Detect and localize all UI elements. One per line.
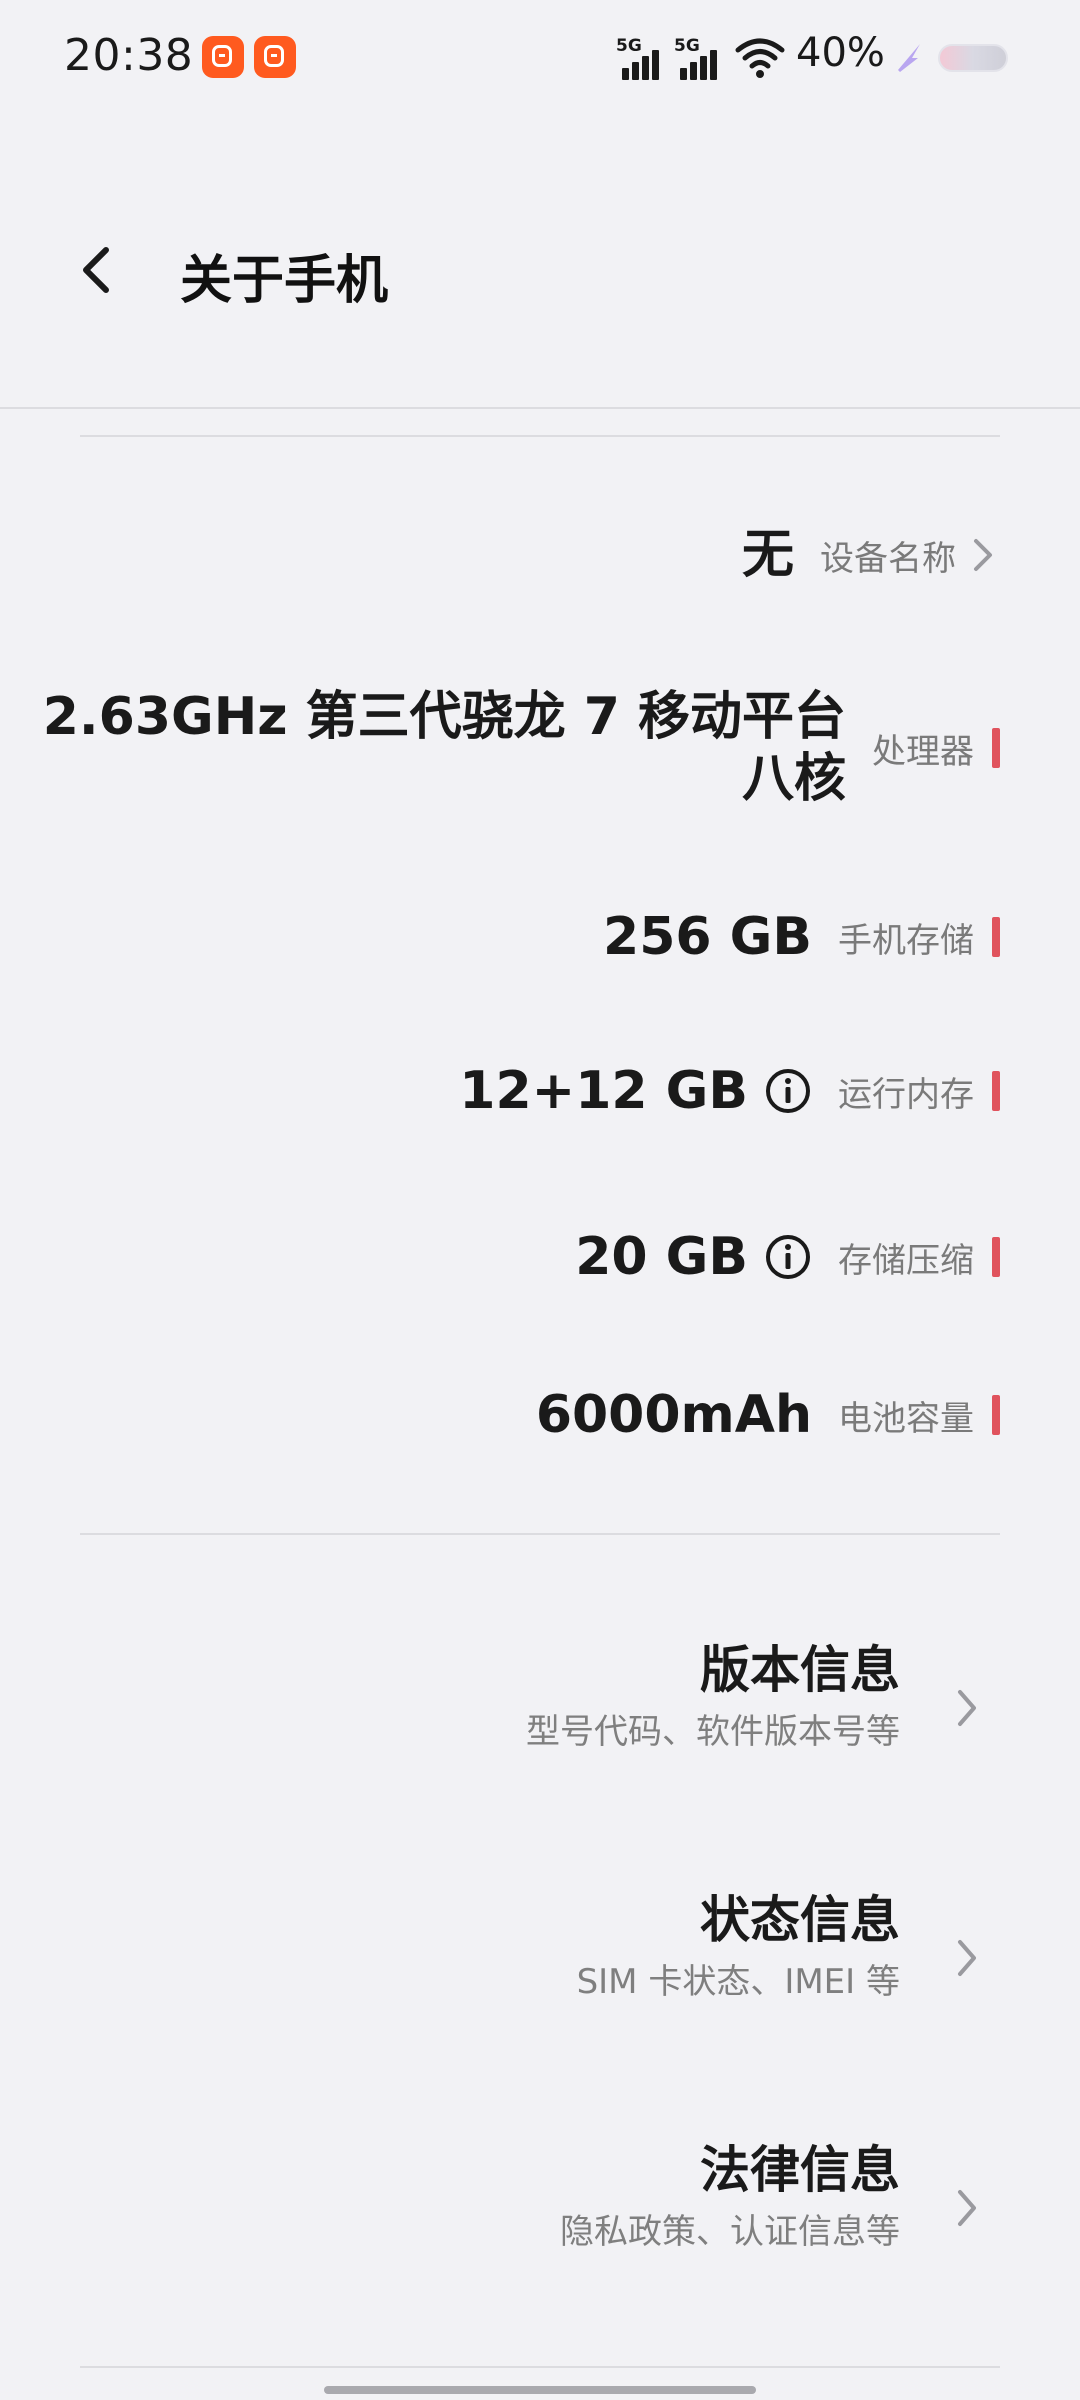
chevron-right-icon — [958, 2190, 976, 2226]
cellular-signal-icon: 5G — [616, 36, 666, 80]
menu-item-subtitle: SIM 卡状态、IMEI 等 — [576, 1962, 900, 2002]
highlight-mark — [992, 1395, 1000, 1435]
battery-capacity-row: 6000mAh 电池容量 — [536, 1384, 1000, 1446]
cellular-signal-icon: 5G — [674, 36, 724, 80]
ram-row: 12+12 GB 运行内存 — [459, 1060, 1000, 1122]
processor-value-line2: 八核 — [741, 749, 846, 809]
status-bar: 20:38 5G 5G 40% — [0, 0, 1080, 116]
info-circle-icon[interactable] — [764, 1067, 812, 1115]
processor-row: 2.63GHz 第三代骁龙 7 移动平台 八核 处理器 — [43, 686, 1000, 810]
page-title: 关于手机 — [180, 251, 389, 311]
menu-item-title: 法律信息 — [700, 2141, 900, 2199]
menu-item-subtitle: 型号代码、软件版本号等 — [526, 1712, 900, 1752]
menu-item-title: 状态信息 — [700, 1891, 900, 1949]
menu-item-text: 法律信息 隐私政策、认证信息等 — [560, 2138, 900, 2254]
storage-compression-value: 20 GB — [575, 1227, 748, 1287]
chevron-right-icon — [958, 1690, 976, 1726]
storage-row: 256 GB 手机存储 — [603, 906, 1000, 968]
info-circle-icon[interactable] — [764, 1233, 812, 1281]
home-indicator[interactable] — [324, 2386, 756, 2394]
device-name-label: 设备名称 — [820, 538, 956, 579]
section-divider — [80, 2366, 1000, 2368]
highlight-mark — [992, 1237, 1000, 1277]
battery-capacity-value: 6000mAh — [535, 1385, 812, 1445]
highlight-mark — [992, 917, 1000, 957]
app-notification-icon — [254, 36, 296, 78]
storage-label: 手机存储 — [838, 920, 974, 961]
charging-icon — [898, 44, 920, 72]
highlight-mark — [992, 1071, 1000, 1111]
storage-compression-label: 存储压缩 — [838, 1240, 974, 1281]
menu-item-version-info[interactable]: 版本信息 型号代码、软件版本号等 — [80, 1638, 1000, 1808]
app-notification-icon — [202, 36, 244, 78]
wifi-icon — [735, 38, 785, 78]
highlight-mark — [992, 728, 1000, 768]
chevron-right-icon — [974, 539, 992, 571]
menu-item-subtitle: 隐私政策、认证信息等 — [560, 2212, 900, 2252]
status-time: 20:38 — [64, 30, 194, 81]
section-divider — [80, 435, 1000, 437]
back-arrow-icon[interactable] — [70, 240, 130, 300]
processor-value-line1: 2.63GHz 第三代骁龙 7 移动平台 — [42, 687, 846, 747]
menu-item-text: 状态信息 SIM 卡状态、IMEI 等 — [577, 1888, 900, 2004]
device-name-row[interactable]: 无 设备名称 — [742, 524, 1000, 586]
processor-value: 2.63GHz 第三代骁龙 7 移动平台 八核 — [43, 686, 846, 810]
storage-value: 256 GB — [603, 907, 812, 967]
battery-icon — [938, 44, 1008, 72]
processor-label: 处理器 — [872, 731, 974, 772]
battery-percent: 40% — [796, 30, 885, 76]
section-divider — [80, 1533, 1000, 1535]
header-divider — [0, 407, 1080, 409]
menu-item-text: 版本信息 型号代码、软件版本号等 — [526, 1638, 900, 1754]
storage-compression-row: 20 GB 存储压缩 — [575, 1226, 1000, 1288]
ram-value: 12+12 GB — [459, 1061, 748, 1121]
battery-capacity-label: 电池容量 — [838, 1398, 974, 1439]
chevron-right-icon — [958, 1940, 976, 1976]
menu-item-status-info[interactable]: 状态信息 SIM 卡状态、IMEI 等 — [80, 1888, 1000, 2058]
network-type-label: 5G — [616, 36, 642, 56]
page-header: 关于手机 — [0, 180, 1080, 360]
ram-label: 运行内存 — [838, 1074, 974, 1115]
network-type-label: 5G — [674, 36, 700, 56]
menu-item-legal-info[interactable]: 法律信息 隐私政策、认证信息等 — [80, 2138, 1000, 2308]
device-name-value: 无 — [741, 525, 794, 585]
menu-item-title: 版本信息 — [700, 1641, 900, 1699]
